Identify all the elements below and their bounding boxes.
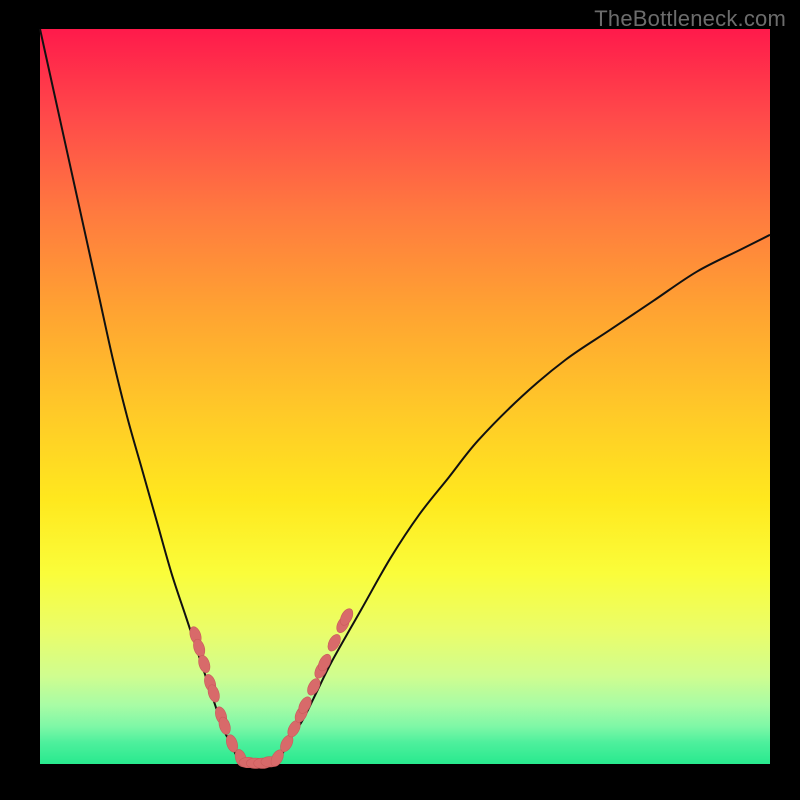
plot-area xyxy=(40,29,770,764)
chart-stage: TheBottleneck.com xyxy=(0,0,800,800)
curves-svg xyxy=(40,29,770,764)
dot-layer xyxy=(188,607,356,769)
curve-dot xyxy=(325,632,343,653)
curve-right xyxy=(274,235,770,764)
curve-left xyxy=(40,29,244,764)
